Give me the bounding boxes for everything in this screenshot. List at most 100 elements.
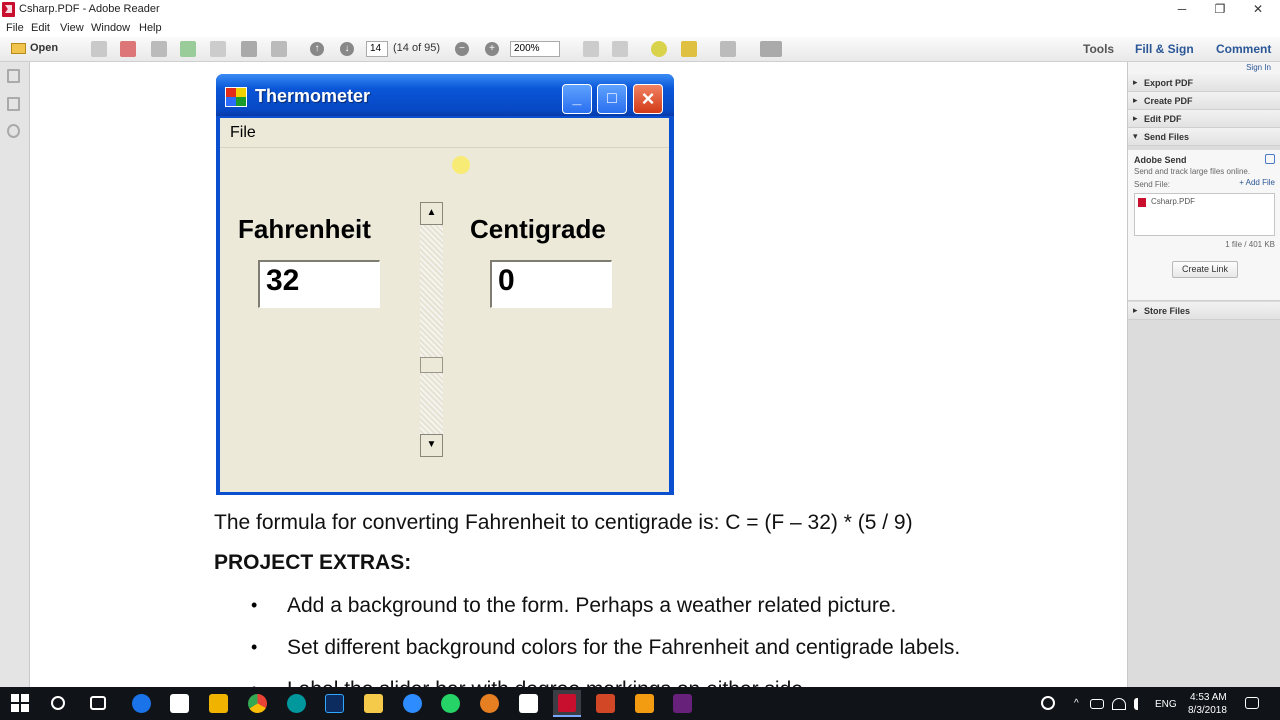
cursor-highlight-icon [452, 156, 470, 174]
windows-start-icon[interactable] [11, 694, 30, 713]
page-number-input[interactable]: 14 [366, 41, 388, 57]
clock-date[interactable]: 8/3/2018 [1188, 705, 1227, 716]
file-name: Csharp.PDF [1151, 197, 1196, 206]
create-link-button[interactable]: Create Link [1172, 261, 1238, 278]
menu-file[interactable]: File [6, 22, 24, 34]
edit-icon[interactable] [151, 41, 167, 57]
page-thumbnails-icon[interactable] [7, 69, 20, 83]
cloud-upload-icon[interactable] [180, 41, 196, 57]
fullscreen-icon[interactable] [720, 41, 736, 57]
clock-time[interactable]: 4:53 AM [1190, 692, 1227, 703]
save-icon[interactable] [210, 41, 226, 57]
restore-button[interactable]: ❐ [1200, 0, 1240, 19]
notifications-icon[interactable] [1245, 697, 1259, 709]
add-file-link[interactable]: + Add File [1239, 178, 1275, 187]
store-files-section[interactable]: Store Files [1128, 302, 1280, 320]
zoom-out-icon[interactable]: − [455, 42, 469, 56]
adobe-send-title: Adobe Send [1134, 155, 1187, 165]
volume-icon[interactable] [1134, 698, 1146, 710]
adobe-reader-taskbar-icon[interactable] [553, 690, 581, 717]
adobe-reader-icon [2, 2, 15, 17]
comment-bubble-icon[interactable] [651, 41, 667, 57]
centigrade-label: Centigrade [470, 214, 606, 244]
formula-text: The formula for converting Fahrenheit to… [214, 511, 913, 534]
send-info-icon[interactable] [1265, 154, 1275, 164]
page-count: (14 of 95) [393, 42, 441, 54]
language-indicator[interactable]: ENG [1155, 699, 1177, 710]
whatsapp-icon[interactable] [441, 694, 460, 713]
scroll-thumb[interactable] [420, 357, 443, 373]
edge-browser-icon[interactable] [132, 694, 151, 713]
send-files-section[interactable]: Send Files [1128, 128, 1280, 146]
open-button[interactable]: Open [30, 42, 58, 59]
file-explorer-icon[interactable] [364, 694, 383, 713]
left-navigation-pane [0, 62, 30, 687]
zoom-in-icon[interactable]: + [485, 42, 499, 56]
pdf-document-icon[interactable] [120, 41, 136, 57]
tray-chevron-icon[interactable]: ^ [1074, 698, 1079, 709]
visual-studio-icon[interactable] [673, 694, 692, 713]
temperature-scrollbar[interactable]: ▲ ▼ [420, 202, 443, 457]
store-icon[interactable] [209, 694, 228, 713]
document-view[interactable]: Thermometer _ □ × File Fahrenheit Centig… [31, 62, 1127, 687]
zoom-select[interactable]: 200% [510, 41, 560, 57]
print-icon[interactable] [241, 41, 257, 57]
open-folder-icon[interactable] [11, 43, 26, 54]
xp-minimize-icon[interactable]: _ [562, 84, 592, 114]
thermometer-menubar: File [220, 118, 669, 148]
task-view-icon[interactable] [90, 696, 106, 710]
wifi-icon[interactable] [1112, 698, 1126, 710]
file-count: 1 file / 401 KB [1225, 240, 1275, 249]
minimize-button[interactable]: ─ [1162, 0, 1202, 19]
create-pdf-section[interactable]: Create PDF [1128, 92, 1280, 110]
attachments-icon[interactable] [7, 124, 20, 138]
photoshop-icon[interactable] [325, 694, 344, 713]
arduino-icon[interactable] [287, 694, 306, 713]
window-title: Csharp.PDF - Adobe Reader [19, 3, 160, 15]
bullet-icon: • [251, 595, 258, 615]
bookmarks-icon[interactable] [7, 97, 20, 111]
fill-sign-pane-button[interactable]: Fill & Sign [1135, 42, 1194, 56]
adobe-send-description: Send and track large files online. [1134, 167, 1251, 176]
scroll-up-icon[interactable]: ▲ [420, 202, 443, 225]
close-button[interactable]: ✕ [1238, 0, 1278, 19]
sign-in-link[interactable]: Sign In [1246, 63, 1271, 72]
notes-icon[interactable] [519, 694, 538, 713]
email-icon[interactable] [271, 41, 287, 57]
xp-maximize-icon[interactable]: □ [597, 84, 627, 114]
search-icon[interactable] [51, 696, 65, 710]
bullet-icon: • [251, 679, 257, 687]
previous-page-icon[interactable]: ↑ [310, 42, 324, 56]
highlight-icon[interactable] [681, 41, 697, 57]
tools-pane-button[interactable]: Tools [1083, 42, 1114, 56]
menu-edit[interactable]: Edit [31, 22, 50, 34]
centigrade-textbox[interactable]: 0 [490, 260, 612, 308]
people-icon[interactable] [1041, 696, 1055, 710]
menu-help[interactable]: Help [139, 22, 162, 34]
pdf-file-icon [1138, 198, 1146, 207]
menu-view[interactable]: View [60, 22, 84, 34]
fit-width-icon[interactable] [583, 41, 599, 57]
fahrenheit-textbox[interactable]: 32 [258, 260, 380, 308]
zoom-icon[interactable] [403, 694, 422, 713]
menu-window[interactable]: Window [91, 22, 130, 34]
battery-icon[interactable] [1090, 699, 1104, 709]
comment-pane-button[interactable]: Comment [1216, 42, 1271, 56]
app-icon[interactable] [480, 694, 499, 713]
scroll-down-icon[interactable]: ▼ [420, 434, 443, 457]
windows-app-icon [225, 87, 247, 107]
next-page-icon[interactable]: ↓ [340, 42, 354, 56]
list-item: Add a background to the form. Perhaps a … [287, 594, 897, 617]
export-pdf-section[interactable]: Export PDF [1128, 74, 1280, 92]
right-tools-pane: Sign In Export PDF Create PDF Edit PDF S… [1127, 62, 1280, 687]
thermometer-menu-file[interactable]: File [230, 124, 256, 142]
create-pdf-icon[interactable] [91, 41, 107, 57]
mail-icon[interactable] [170, 694, 189, 713]
hand-tool-icon[interactable] [760, 41, 782, 57]
powerpoint-icon[interactable] [596, 694, 615, 713]
fit-page-icon[interactable] [612, 41, 628, 57]
app-icon[interactable] [635, 694, 654, 713]
chrome-icon[interactable] [248, 694, 267, 713]
edit-pdf-section[interactable]: Edit PDF [1128, 110, 1280, 128]
xp-close-icon[interactable]: × [633, 84, 663, 114]
